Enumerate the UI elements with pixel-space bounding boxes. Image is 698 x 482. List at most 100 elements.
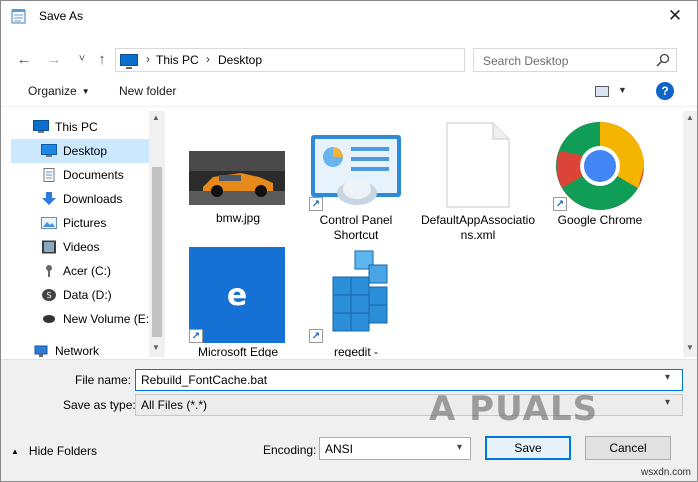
chevron-down-icon: ˅ xyxy=(78,53,86,65)
control-panel-icon xyxy=(311,135,401,205)
chevron-up-icon: ▲ xyxy=(11,447,19,456)
recent-locations-button[interactable]: ˅ xyxy=(71,49,93,69)
up-button[interactable]: ↑ xyxy=(91,49,113,69)
navigation-pane: This PC Desktop Documents Downloads Pict… xyxy=(1,111,165,358)
file-name-label: File name: xyxy=(75,373,132,387)
help-icon[interactable]: ? xyxy=(656,82,674,100)
change-view-icon[interactable] xyxy=(595,86,609,97)
this-pc-icon xyxy=(120,54,138,69)
sidebar-item-acer-c[interactable]: Acer (C:) xyxy=(11,259,149,283)
file-item-regedit[interactable]: ↗ regedit - xyxy=(297,247,415,357)
close-icon: ✕ xyxy=(667,6,683,25)
breadcrumb-this-pc[interactable]: This PC xyxy=(156,53,199,67)
sidebar-item-label: New Volume (E:) xyxy=(63,312,154,326)
file-name: bmw.jpg xyxy=(215,211,261,225)
more-options-icon[interactable]: ▼ xyxy=(618,85,627,95)
back-arrow-icon: ← xyxy=(16,50,32,68)
svg-text:S: S xyxy=(46,291,51,300)
scroll-down-icon[interactable]: ▼ xyxy=(152,343,160,352)
shortcut-arrow-icon: ↗ xyxy=(553,197,567,211)
file-name-input[interactable]: Rebuild_FontCache.bat xyxy=(135,369,683,391)
sidebar-item-videos[interactable]: Videos xyxy=(11,235,149,259)
cancel-button[interactable]: Cancel xyxy=(585,436,671,460)
scroll-up-icon[interactable]: ▲ xyxy=(686,113,694,122)
search-box[interactable]: Search Desktop xyxy=(473,48,677,72)
network-icon xyxy=(34,345,48,357)
scroll-up-icon[interactable]: ▲ xyxy=(152,113,160,122)
save-as-type-label: Save as type: xyxy=(63,398,136,412)
file-item-bmw-jpg[interactable]: bmw.jpg xyxy=(179,121,297,241)
save-as-type-select[interactable]: All Files (*.*) xyxy=(135,394,683,416)
notepad-icon xyxy=(11,9,26,24)
drive-icon xyxy=(43,315,55,323)
breadcrumb-desktop[interactable]: Desktop xyxy=(218,53,262,67)
shortcut-arrow-icon: ↗ xyxy=(309,197,323,211)
appuals-watermark: A PUALS xyxy=(429,389,599,429)
svg-text:e: e xyxy=(227,278,247,313)
breadcrumb-separator[interactable]: › xyxy=(146,52,150,66)
shortcut-arrow-icon: ↗ xyxy=(309,329,323,343)
regedit-icon xyxy=(332,250,388,332)
drive-icon xyxy=(46,265,52,277)
sidebar-item-label: Documents xyxy=(63,168,124,182)
videos-icon xyxy=(42,240,56,254)
sidebar-item-label: Pictures xyxy=(63,216,107,230)
save-as-type-dropdown-icon[interactable]: ▾ xyxy=(665,397,670,408)
document-icon xyxy=(446,122,510,208)
edge-icon: e xyxy=(189,247,285,343)
sidebar-item-desktop[interactable]: Desktop xyxy=(11,139,149,163)
downloads-icon xyxy=(42,192,56,205)
file-item-google-chrome[interactable]: ↗ Google Chrome xyxy=(541,121,659,251)
navigation-pane-scrollbar[interactable]: ▲ ▼ xyxy=(149,111,165,357)
chevron-down-icon: ▼ xyxy=(81,87,90,96)
sidebar-item-label: This PC xyxy=(55,120,98,134)
title-bar: Save As ✕ xyxy=(1,1,697,31)
sidebar-item-label: Data (D:) xyxy=(63,288,112,302)
close-button[interactable]: ✕ xyxy=(653,1,697,31)
search-input[interactable]: Search Desktop xyxy=(483,54,568,68)
file-list: bmw.jpg ↗ Control Panel Shortcut Default… xyxy=(167,111,683,357)
desktop-icon xyxy=(41,144,57,157)
navigation-bar: ← → ˅ ↑ › This PC › Desktop ▾ ↻ Search D… xyxy=(1,43,697,75)
file-item-control-panel-shortcut[interactable]: ↗ Control Panel Shortcut xyxy=(297,121,415,251)
file-name: regedit - xyxy=(333,345,379,357)
sidebar-item-label: Videos xyxy=(63,240,100,254)
forward-button[interactable]: → xyxy=(43,49,65,69)
scrollbar-thumb[interactable] xyxy=(152,167,162,337)
drive-icon: S xyxy=(42,289,56,301)
organize-button[interactable]: Organize ▼ xyxy=(28,84,90,98)
hide-folders-button[interactable]: ▲ Hide Folders xyxy=(11,444,97,458)
file-name-dropdown-icon[interactable]: ▾ xyxy=(665,372,670,383)
shortcut-arrow-icon: ↗ xyxy=(189,329,203,343)
sidebar-item-downloads[interactable]: Downloads xyxy=(11,187,149,211)
sidebar-item-this-pc[interactable]: This PC xyxy=(11,115,149,139)
new-folder-button[interactable]: New folder xyxy=(119,84,176,98)
sidebar-item-documents[interactable]: Documents xyxy=(11,163,149,187)
file-item-default-app-associations[interactable]: DefaultAppAssociations.xml xyxy=(419,121,537,251)
dialog-title: Save As xyxy=(39,9,84,23)
search-icon[interactable] xyxy=(656,53,670,67)
file-list-scrollbar[interactable]: ▲ ▼ xyxy=(683,111,697,357)
sidebar-item-label: Downloads xyxy=(63,192,123,206)
encoding-select[interactable]: ANSI xyxy=(319,437,471,460)
up-arrow-icon: ↑ xyxy=(98,50,106,68)
command-bar: Organize ▼ New folder ▼ ? xyxy=(1,77,697,107)
sidebar-item-data-d[interactable]: S Data (D:) xyxy=(11,283,149,307)
back-button[interactable]: ← xyxy=(13,49,35,69)
address-bar[interactable]: › This PC › Desktop ▾ ↻ xyxy=(115,48,568,72)
file-item-microsoft-edge[interactable]: e ↗ Microsoft Edge xyxy=(179,247,297,357)
sidebar-item-new-volume-e[interactable]: New Volume (E:) xyxy=(11,307,153,331)
encoding-dropdown-icon[interactable]: ▾ xyxy=(457,442,462,453)
organize-label: Organize xyxy=(28,84,77,98)
sidebar-item-pictures[interactable]: Pictures xyxy=(11,211,149,235)
save-button[interactable]: Save xyxy=(485,436,571,460)
forward-arrow-icon: → xyxy=(46,50,62,68)
pc-icon xyxy=(33,120,49,133)
bmw-photo-thumbnail xyxy=(189,151,285,205)
sidebar-item-label: Desktop xyxy=(63,144,108,158)
scroll-down-icon[interactable]: ▼ xyxy=(686,343,694,352)
breadcrumb-separator[interactable]: › xyxy=(206,52,210,66)
sidebar-item-label: Network xyxy=(55,344,100,358)
file-name: Google Chrome xyxy=(557,213,643,227)
sidebar-item-label: Acer (C:) xyxy=(63,264,111,278)
